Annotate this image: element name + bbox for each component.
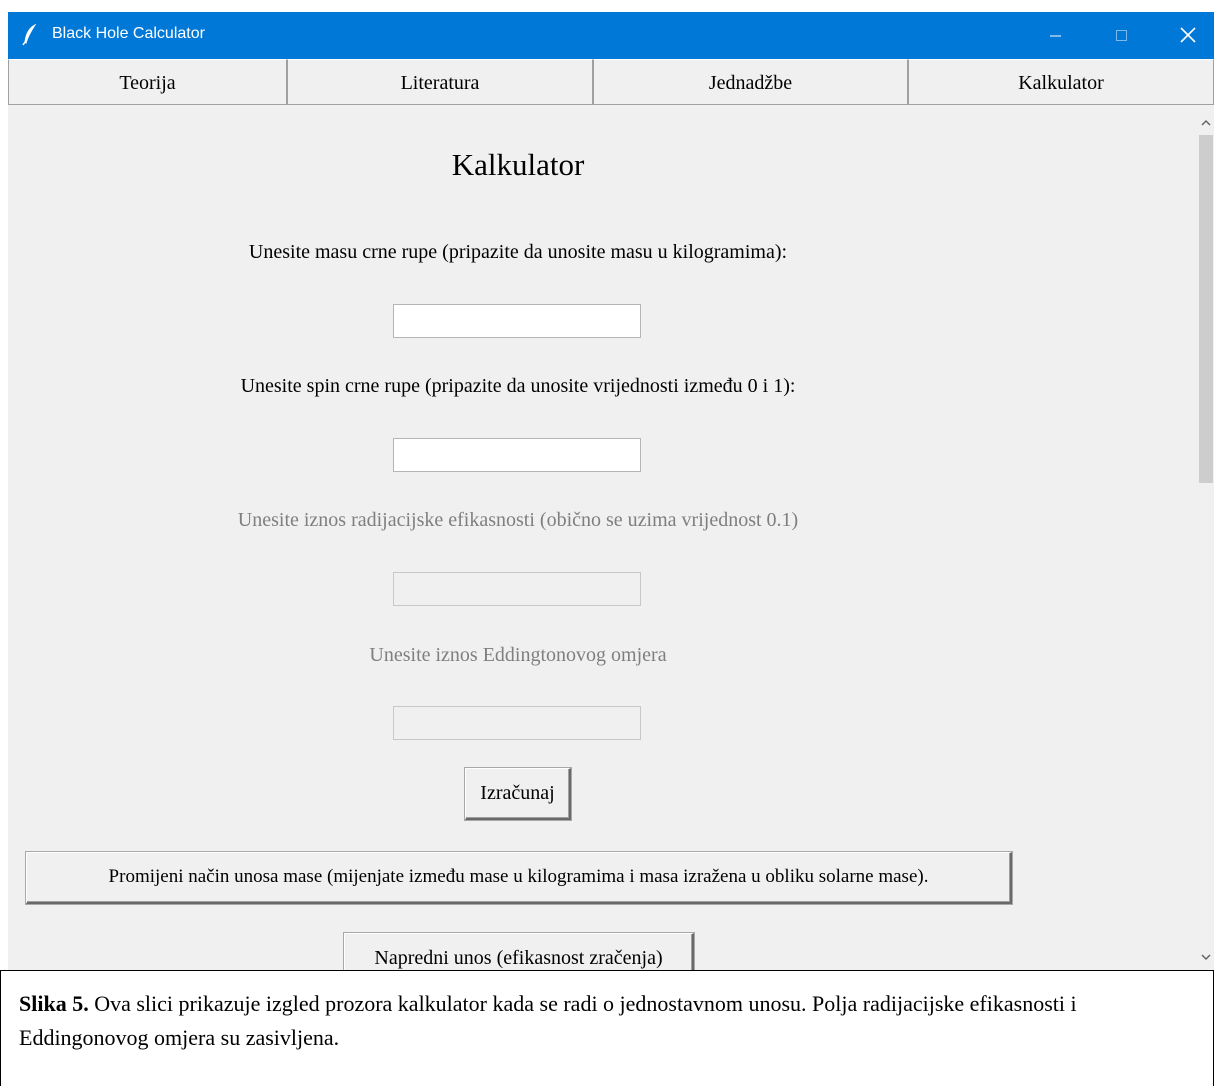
figure-caption-box: Slika 5. Ova slici prikazuje izgled proz… bbox=[0, 970, 1214, 1086]
change-mass-mode-button[interactable]: Promijeni način unosa mase (mijenjate iz… bbox=[26, 852, 1012, 904]
mass-label: Unesite masu crne rupe (pripazite da uno… bbox=[248, 241, 788, 263]
figure-caption: Slika 5. Ova slici prikazuje izgled proz… bbox=[19, 987, 1189, 1055]
efficiency-input bbox=[393, 572, 641, 606]
mass-input[interactable] bbox=[393, 304, 641, 338]
title-bar[interactable]: Black Hole Calculator bbox=[8, 12, 1214, 59]
tab-jednadzbe[interactable]: Jednadžbe bbox=[593, 59, 908, 105]
tab-bar: Teorija Literatura Jednadžbe Kalkulator bbox=[8, 59, 1214, 107]
minimize-icon bbox=[1050, 35, 1061, 37]
minimize-button[interactable] bbox=[1032, 12, 1078, 59]
tab-teorija[interactable]: Teorija bbox=[8, 59, 287, 105]
calculator-panel: Kalkulator Unesite masu crne rupe (pripa… bbox=[8, 107, 1198, 970]
efficiency-label: Unesite iznos radijacijske efikasnosti (… bbox=[237, 509, 799, 531]
page-title: Kalkulator bbox=[451, 147, 585, 182]
vertical-scrollbar[interactable] bbox=[1198, 107, 1214, 970]
calculate-button[interactable]: Izračunaj bbox=[465, 768, 571, 820]
tab-literatura[interactable]: Literatura bbox=[287, 59, 593, 105]
caption-label: Slika 5. bbox=[19, 991, 89, 1016]
spin-label: Unesite spin crne rupe (pripazite da uno… bbox=[240, 375, 796, 397]
window-title: Black Hole Calculator bbox=[52, 25, 205, 42]
close-button[interactable] bbox=[1164, 12, 1210, 59]
caption-text: Ova slici prikazuje izgled prozora kalku… bbox=[19, 991, 1077, 1050]
close-icon bbox=[1180, 27, 1196, 43]
advanced-input-button[interactable]: Napredni unos (efikasnost zračenja) bbox=[344, 933, 694, 970]
tab-kalkulator[interactable]: Kalkulator bbox=[908, 59, 1214, 105]
feather-icon bbox=[20, 23, 40, 46]
spin-input[interactable] bbox=[393, 438, 641, 472]
chevron-up-icon[interactable] bbox=[1198, 113, 1214, 133]
chevron-down-icon[interactable] bbox=[1198, 947, 1214, 967]
scroll-thumb[interactable] bbox=[1199, 135, 1213, 483]
maximize-button[interactable] bbox=[1098, 12, 1144, 59]
eddington-label: Unesite iznos Eddingtonovog omjera bbox=[369, 644, 667, 666]
maximize-icon bbox=[1116, 30, 1127, 41]
app-window: Black Hole Calculator Teorija Literatura… bbox=[8, 12, 1214, 970]
eddington-input bbox=[393, 706, 641, 740]
